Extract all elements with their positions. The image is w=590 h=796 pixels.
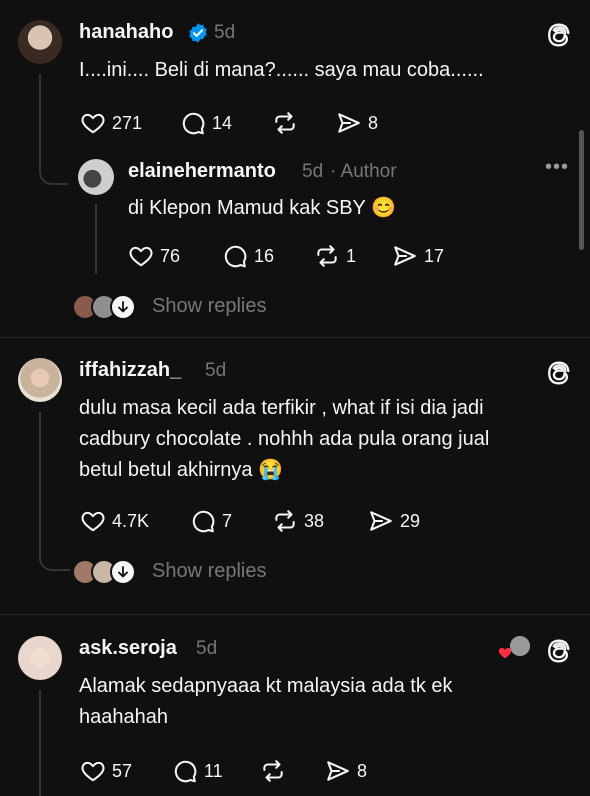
heart-icon <box>80 758 106 784</box>
share-count: 17 <box>424 245 445 266</box>
divider <box>0 614 590 615</box>
heart-icon <box>128 243 154 269</box>
timestamp: 5d <box>302 161 324 182</box>
comment-button[interactable]: 11 <box>172 758 223 784</box>
divider <box>0 337 590 338</box>
post-text-line: haahahah <box>79 706 168 728</box>
author-badge: · Author <box>330 161 397 182</box>
comment-count: 16 <box>254 245 275 266</box>
like-count: 76 <box>160 245 181 266</box>
timestamp: 5d <box>214 22 236 43</box>
thread-line <box>39 412 41 552</box>
repost-button[interactable] <box>260 758 292 784</box>
arrow-down-icon <box>110 294 136 320</box>
post-text-line: dulu masa kecil ada terfikir , what if i… <box>79 397 484 419</box>
repost-icon <box>314 243 340 269</box>
comment-count: 11 <box>204 760 223 781</box>
like-count: 4.7K <box>112 510 150 531</box>
comment-button[interactable]: 7 <box>190 508 232 534</box>
share-button[interactable]: 17 <box>392 243 444 269</box>
heart-icon <box>498 648 512 659</box>
repost-icon <box>260 758 286 784</box>
repost-button[interactable]: 1 <box>314 243 356 269</box>
arrow-down-icon <box>110 559 136 585</box>
thread-line <box>39 690 41 796</box>
more-icon[interactable]: ••• <box>545 156 569 179</box>
repost-icon <box>272 110 298 136</box>
avatar-hanahaho[interactable] <box>18 20 62 64</box>
repost-count: 1 <box>346 245 357 266</box>
like-button[interactable]: 57 <box>80 758 132 784</box>
post-text: I....ini.... Beli di mana?...... saya ma… <box>79 59 484 81</box>
timestamp: 5d <box>196 638 218 659</box>
post-text-line: Alamak sedapnyaaa kt malaysia ada tk ek <box>79 675 453 697</box>
username[interactable]: ask.seroja <box>79 637 177 660</box>
show-replies-link[interactable]: Show replies <box>152 295 267 318</box>
threads-logo-icon[interactable] <box>545 636 573 664</box>
comment-button[interactable]: 14 <box>180 110 232 136</box>
share-count: 29 <box>400 510 421 531</box>
post-text-line: betul betul akhirnya 😭 <box>79 459 283 481</box>
thread-curve <box>39 548 70 571</box>
like-button[interactable]: 4.7K <box>80 508 149 534</box>
like-button[interactable]: 76 <box>128 243 180 269</box>
share-button[interactable]: 8 <box>325 758 367 784</box>
avatar-ask-seroja[interactable] <box>18 636 62 680</box>
heart-icon <box>80 508 106 534</box>
like-button[interactable]: 271 <box>80 110 142 136</box>
reply-text: di Klepon Mamud kak SBY 😊 <box>128 197 396 219</box>
comment-icon <box>180 110 206 136</box>
share-icon <box>368 508 394 534</box>
share-icon <box>392 243 418 269</box>
timestamp: 5d <box>205 360 227 381</box>
comment-count: 14 <box>212 112 233 133</box>
scrollbar[interactable] <box>579 130 584 250</box>
comment-icon <box>172 758 198 784</box>
thread-curve <box>39 160 68 185</box>
verified-badge-icon <box>189 23 207 43</box>
comment-icon <box>190 508 216 534</box>
share-count: 8 <box>357 760 368 781</box>
username[interactable]: elainehermanto <box>128 160 276 183</box>
heart-icon <box>80 110 106 136</box>
threads-logo-icon[interactable] <box>545 358 573 386</box>
share-icon <box>325 758 351 784</box>
share-icon <box>336 110 362 136</box>
like-count: 271 <box>112 112 143 133</box>
username[interactable]: iffahizzah_ <box>79 359 181 382</box>
threads-logo-icon[interactable] <box>545 20 573 48</box>
like-count: 57 <box>112 760 133 781</box>
comment-count: 7 <box>222 510 233 531</box>
thread-line <box>95 204 97 274</box>
share-button[interactable]: 29 <box>368 508 420 534</box>
repost-icon <box>272 508 298 534</box>
avatar-iffahizzah[interactable] <box>18 358 62 402</box>
share-count: 8 <box>368 112 379 133</box>
avatar-elainehermanto[interactable] <box>78 159 114 195</box>
comment-icon <box>222 243 248 269</box>
repost-button[interactable] <box>272 110 304 136</box>
thread-line <box>39 74 41 169</box>
show-replies-link[interactable]: Show replies <box>152 560 267 583</box>
share-button[interactable]: 8 <box>336 110 378 136</box>
post-text-line: cadbury chocolate . nohhh ada pula orang… <box>79 428 490 450</box>
repost-button[interactable]: 38 <box>272 508 324 534</box>
username[interactable]: hanahaho <box>79 21 173 44</box>
comment-button[interactable]: 16 <box>222 243 274 269</box>
repost-count: 38 <box>304 510 325 531</box>
